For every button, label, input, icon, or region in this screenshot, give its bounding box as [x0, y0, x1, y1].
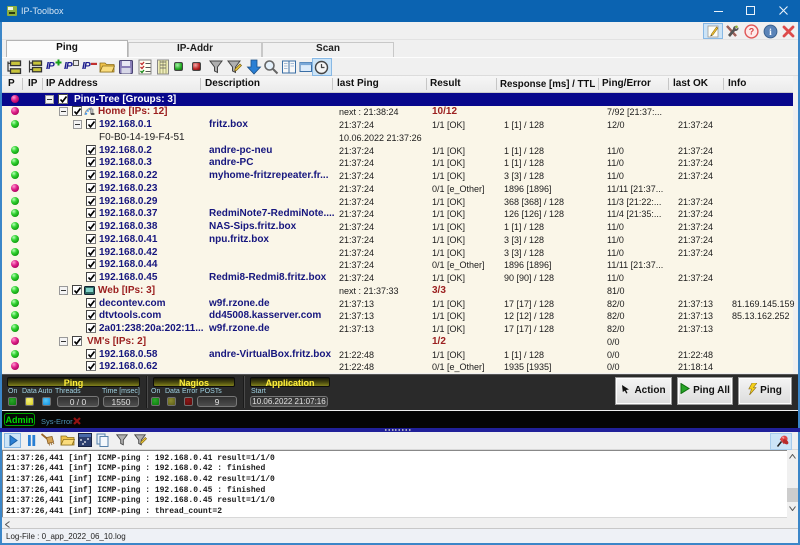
- svg-text:i: i: [769, 28, 772, 38]
- svg-text:?: ?: [749, 27, 755, 37]
